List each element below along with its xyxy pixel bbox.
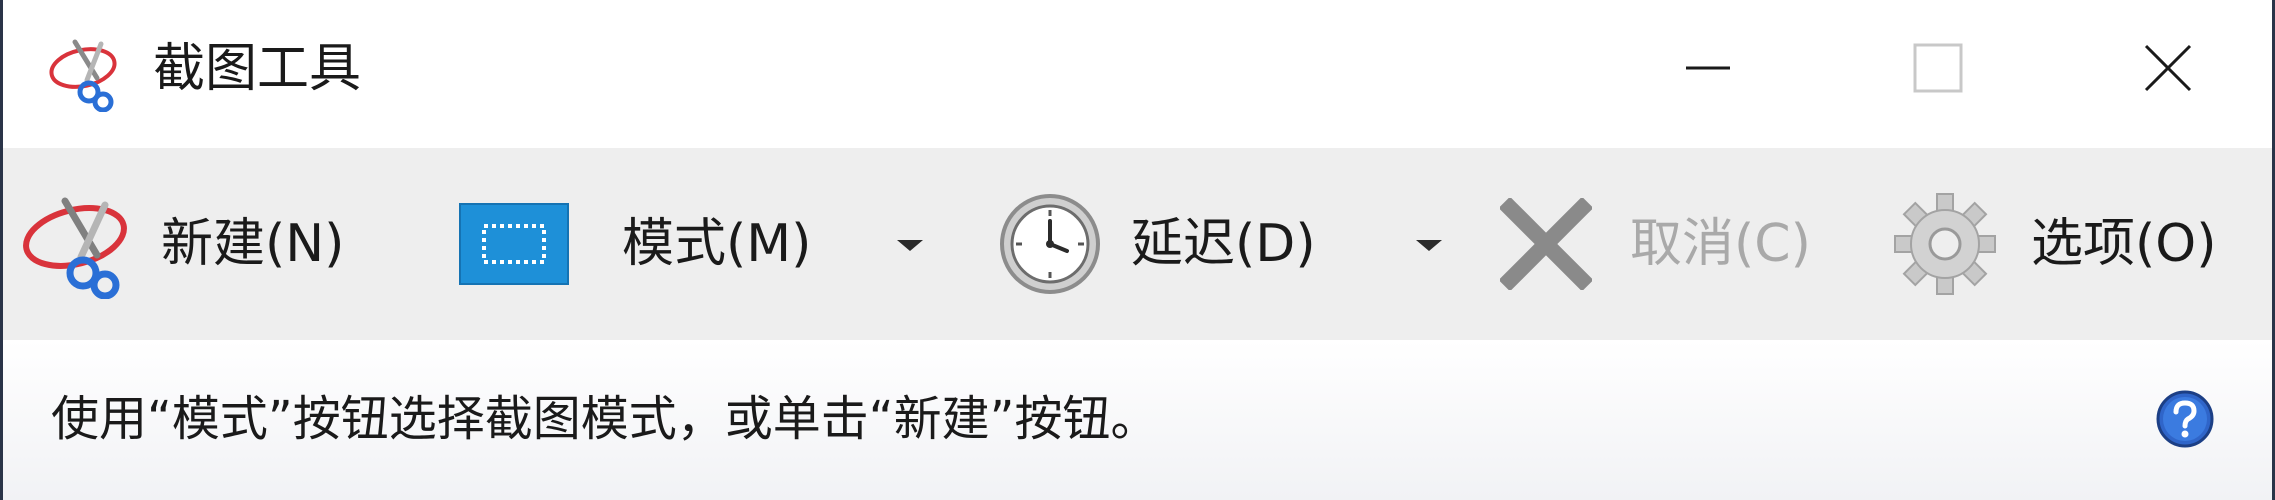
gear-icon <box>1894 193 1996 295</box>
delay-dropdown-arrow[interactable] <box>1416 240 1442 251</box>
mode-label: 模式(M) <box>622 214 812 274</box>
help-icon[interactable] <box>2155 389 2215 449</box>
new-button[interactable]: 新建(N) <box>17 148 344 340</box>
title-bar[interactable]: 截图工具 <box>3 0 2272 148</box>
toolbar: 新建(N) 模式(M) 延迟(D) 取消(C) 选项(O) <box>3 148 2272 340</box>
status-bar: 使用“模式”按钮选择截图模式，或单击“新建”按钮。 <box>3 340 2272 500</box>
new-label: 新建(N) <box>161 214 345 274</box>
cancel-label: 取消(C) <box>1630 214 1811 274</box>
scissors-icon <box>49 39 117 112</box>
delay-label: 延迟(D) <box>1131 214 1316 274</box>
scissors-icon <box>23 197 127 299</box>
close-icon <box>2144 44 2192 92</box>
minimize-button[interactable] <box>1628 0 1788 136</box>
cancel-button[interactable]: 取消(C) <box>1500 148 1811 340</box>
x-icon <box>1500 198 1592 290</box>
maximize-button[interactable] <box>1858 0 2018 136</box>
status-message: 使用“模式”按钮选择截图模式，或单击“新建”按钮。 <box>51 391 1159 447</box>
options-label: 选项(O) <box>2031 214 2217 274</box>
snipping-tool-window: 截图工具 新建(N) 模式(M) 延迟(D) 取消(C) 选项(O) 使用“模式… <box>0 0 2275 500</box>
options-button[interactable]: 选项(O) <box>1893 148 2217 340</box>
maximize-icon <box>1913 43 1963 93</box>
minimize-icon <box>1686 66 1730 70</box>
close-button[interactable] <box>2088 0 2248 136</box>
mode-button[interactable]: 模式(M) <box>458 148 811 340</box>
mode-dropdown-arrow[interactable] <box>897 240 923 251</box>
delay-button[interactable]: 延迟(D) <box>997 148 1316 340</box>
clock-icon <box>1000 194 1100 294</box>
window-title: 截图工具 <box>153 39 362 99</box>
rectangle-snip-icon <box>459 203 569 285</box>
